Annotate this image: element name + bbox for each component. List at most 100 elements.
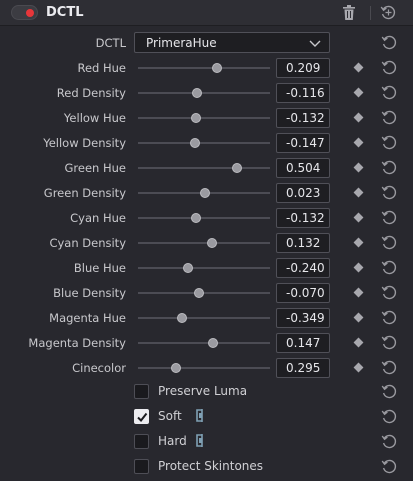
keyframe-icon[interactable] — [353, 237, 364, 248]
blue-density-slider[interactable] — [138, 292, 270, 294]
keyframe-icon[interactable] — [353, 112, 364, 123]
reset-icon[interactable] — [381, 159, 398, 176]
blue-hue-value-field[interactable]: -0.240 — [276, 258, 330, 278]
slider-row-blue-density: Blue Density -0.070 — [0, 280, 413, 305]
yellow-density-label: Yellow Density — [43, 136, 126, 150]
red-hue-value-field[interactable]: 0.209 — [276, 58, 330, 78]
reset-icon[interactable] — [381, 259, 398, 276]
effect-header: DCTL — [0, 0, 413, 26]
keyframe-icon[interactable] — [353, 137, 364, 148]
yellow-density-slider-handle[interactable] — [189, 138, 200, 148]
cyan-density-label: Cyan Density — [49, 236, 126, 250]
cyan-hue-label: Cyan Hue — [70, 211, 126, 225]
magenta-density-value-field[interactable]: 0.147 — [276, 333, 330, 353]
keyframe-icon[interactable] — [353, 187, 364, 198]
reset-icon[interactable] — [381, 408, 398, 425]
green-density-value-field[interactable]: 0.023 — [276, 183, 330, 203]
yellow-density-value-field[interactable]: -0.147 — [276, 133, 330, 153]
red-hue-slider[interactable] — [138, 67, 270, 69]
magenta-density-slider[interactable] — [138, 342, 270, 344]
cyan-density-slider-handle[interactable] — [206, 238, 217, 248]
enable-toggle[interactable] — [11, 5, 38, 20]
hard-label: Hard — [158, 434, 187, 448]
keyframe-icon[interactable] — [353, 162, 364, 173]
preserve-luma-label: Preserve Luma — [158, 384, 248, 398]
slider-row-cyan-density: Cyan Density 0.132 — [0, 230, 413, 255]
cyan-hue-slider-handle[interactable] — [191, 213, 202, 223]
keyframe-icon[interactable] — [353, 312, 364, 323]
cyan-density-value-field[interactable]: 0.132 — [276, 233, 330, 253]
reset-icon[interactable] — [381, 84, 398, 101]
soft-checkbox[interactable] — [134, 409, 149, 424]
green-hue-value-field[interactable]: 0.504 — [276, 158, 330, 178]
cinecolor-slider[interactable] — [138, 367, 270, 369]
reset-icon[interactable] — [381, 59, 398, 76]
dctl-reset-icon[interactable] — [381, 34, 398, 51]
red-density-value-field[interactable]: -0.116 — [276, 83, 330, 103]
cyan-density-slider[interactable] — [138, 242, 270, 244]
slider-row-magenta-density: Magenta Density 0.147 — [0, 330, 413, 355]
magenta-hue-slider[interactable] — [138, 317, 270, 319]
reset-icon[interactable] — [381, 309, 398, 326]
reset-all-icon[interactable] — [380, 4, 397, 21]
yellow-hue-label: Yellow Hue — [63, 111, 126, 125]
cinecolor-slider-handle[interactable] — [171, 363, 182, 373]
slider-row-red-hue: Red Hue 0.209 — [0, 55, 413, 80]
yellow-hue-slider-handle[interactable] — [191, 113, 202, 123]
yellow-hue-slider[interactable] — [138, 117, 270, 119]
header-separator — [370, 6, 371, 20]
reset-icon[interactable] — [381, 284, 398, 301]
reset-icon[interactable] — [381, 334, 398, 351]
green-density-slider-handle[interactable] — [200, 188, 211, 198]
reset-icon[interactable] — [381, 209, 398, 226]
magenta-hue-value-field[interactable]: -0.349 — [276, 308, 330, 328]
reset-icon[interactable] — [381, 433, 398, 450]
checkbox-row-protect-skintones: Protect Skintones — [0, 454, 413, 479]
cinecolor-value-field[interactable]: 0.295 — [276, 358, 330, 378]
keyframe-icon[interactable] — [353, 62, 364, 73]
green-hue-slider[interactable] — [138, 167, 270, 169]
dctl-label: DCTL — [95, 36, 126, 50]
magenta-density-slider-handle[interactable] — [208, 338, 219, 348]
blue-density-slider-handle[interactable] — [193, 288, 204, 298]
green-density-label: Green Density — [43, 186, 126, 200]
keyframe-icon[interactable] — [353, 212, 364, 223]
keyframe-icon[interactable] — [353, 362, 364, 373]
keyframe-icon[interactable] — [353, 337, 364, 348]
keyframe-icon[interactable] — [353, 87, 364, 98]
reset-icon[interactable] — [381, 383, 398, 400]
reset-icon[interactable] — [381, 109, 398, 126]
reset-icon[interactable] — [381, 134, 398, 151]
dctl-dropdown[interactable]: PrimeraHue — [134, 32, 330, 53]
magenta-hue-slider-handle[interactable] — [176, 313, 187, 323]
green-hue-slider-handle[interactable] — [232, 163, 242, 173]
protect-skintones-checkbox[interactable] — [134, 459, 149, 474]
yellow-hue-value-field[interactable]: -0.132 — [276, 108, 330, 128]
slider-row-magenta-hue: Magenta Hue -0.349 — [0, 305, 413, 330]
keyframe-icon[interactable] — [353, 262, 364, 273]
trash-icon[interactable] — [342, 5, 356, 21]
slider-row-green-hue: Green Hue 0.504 — [0, 155, 413, 180]
red-hue-slider-handle[interactable] — [212, 63, 223, 73]
keyframe-icon[interactable] — [353, 287, 364, 298]
reset-icon[interactable] — [381, 184, 398, 201]
blue-hue-label: Blue Hue — [73, 261, 126, 275]
reset-icon[interactable] — [381, 458, 398, 475]
red-density-slider-handle[interactable] — [192, 88, 203, 98]
slider-row-blue-hue: Blue Hue -0.240 — [0, 255, 413, 280]
blue-hue-slider-handle[interactable] — [183, 263, 194, 273]
protect-skintones-label: Protect Skintones — [158, 459, 264, 473]
hard-checkbox[interactable] — [134, 434, 149, 449]
yellow-density-slider[interactable] — [138, 142, 270, 144]
cyan-hue-slider[interactable] — [138, 217, 270, 219]
blue-density-value-field[interactable]: -0.070 — [276, 283, 330, 303]
blue-hue-slider[interactable] — [138, 267, 270, 269]
clamp-icon — [195, 434, 203, 447]
cyan-hue-value-field[interactable]: -0.132 — [276, 208, 330, 228]
slider-row-green-density: Green Density 0.023 — [0, 180, 413, 205]
slider-row-red-density: Red Density -0.116 — [0, 80, 413, 105]
red-density-slider[interactable] — [138, 92, 270, 94]
reset-icon[interactable] — [381, 234, 398, 251]
reset-icon[interactable] — [381, 359, 398, 376]
preserve-luma-checkbox[interactable] — [134, 384, 149, 399]
